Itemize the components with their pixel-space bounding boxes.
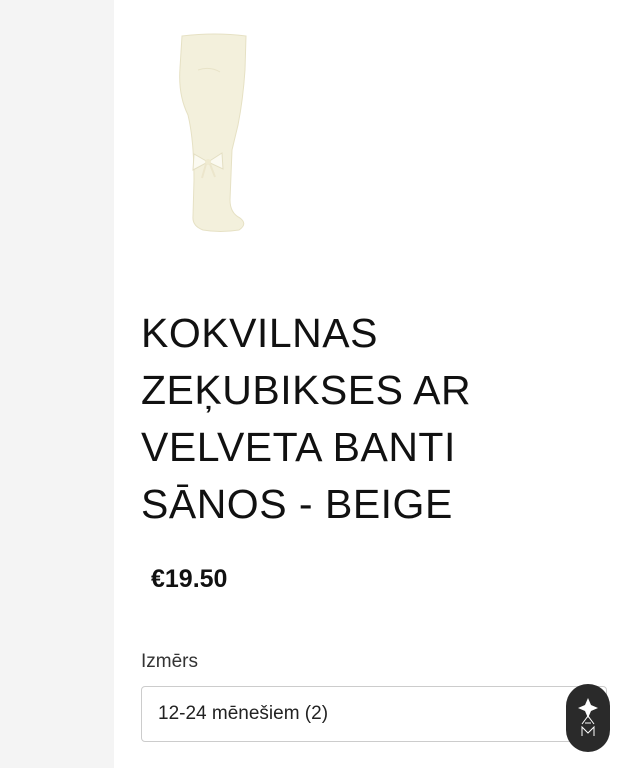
- product-price: €19.50: [151, 565, 228, 593]
- product-title: KOKVILNAS ZEĶUBIKSES AR VELVETA BANTI SĀ…: [141, 310, 472, 527]
- size-label: Izmērs: [141, 651, 198, 672]
- product-image[interactable]: [160, 30, 260, 240]
- left-sidebar: [0, 0, 114, 768]
- size-selected-value: 12-24 mēnešiem (2): [158, 703, 329, 724]
- size-select[interactable]: 12-24 mēnešiem (2): [141, 686, 607, 742]
- brand-logo-icon: [578, 698, 598, 736]
- brand-badge[interactable]: [566, 684, 610, 752]
- tights-image-icon: [179, 33, 247, 232]
